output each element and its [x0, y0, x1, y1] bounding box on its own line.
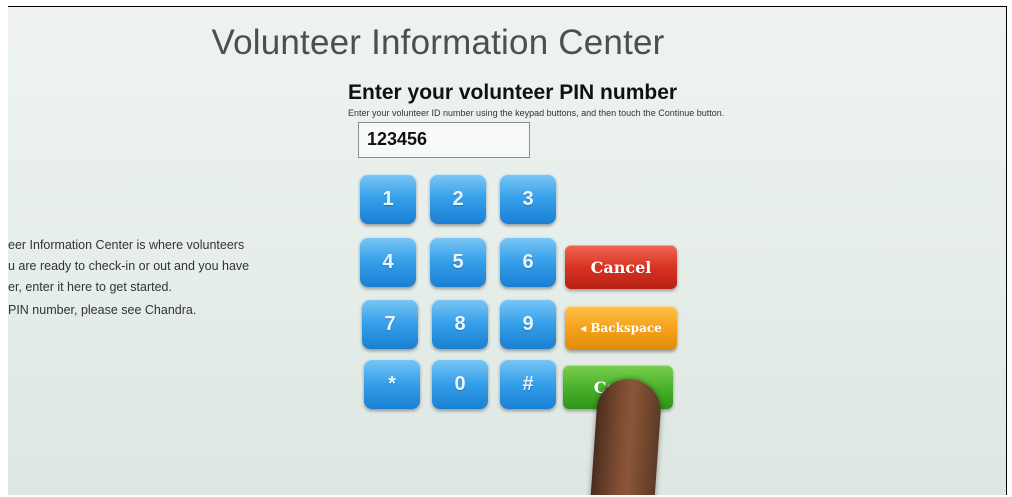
keypad-6-button[interactable]: 6 — [500, 237, 556, 287]
keypad-3-button[interactable]: 3 — [500, 174, 556, 224]
info-line: u are ready to check-in or out and you h… — [8, 259, 250, 273]
backspace-button[interactable]: ◂ Backspace — [565, 306, 677, 350]
keypad-0-button[interactable]: 0 — [432, 359, 488, 409]
keypad-4-button[interactable]: 4 — [360, 237, 416, 287]
info-line: er, enter it here to get started. — [8, 280, 172, 294]
pin-input[interactable]: 123456 — [358, 122, 530, 158]
keypad-8-button[interactable]: 8 — [432, 299, 488, 349]
info-text: eer Information Center is where voluntee… — [8, 235, 328, 321]
page-title: Volunteer Information Center — [211, 23, 665, 62]
info-line: eer Information Center is where voluntee… — [8, 238, 245, 252]
cancel-button[interactable]: Cancel — [565, 245, 677, 289]
keypad-5-button[interactable]: 5 — [430, 237, 486, 287]
keypad-hash-button[interactable]: # — [500, 359, 556, 409]
keypad-1-button[interactable]: 1 — [360, 174, 416, 224]
keypad-2-button[interactable]: 2 — [430, 174, 486, 224]
pointing-finger — [589, 376, 663, 495]
kiosk-screen: Volunteer Information Center Enter your … — [8, 6, 1007, 495]
pin-heading: Enter your volunteer PIN number — [348, 81, 678, 104]
keypad-star-button[interactable]: * — [364, 359, 420, 409]
pin-instructions: Enter your volunteer ID number using the… — [348, 108, 725, 118]
keypad-9-button[interactable]: 9 — [500, 299, 556, 349]
info-line: PIN number, please see Chandra. — [8, 303, 197, 317]
keypad-7-button[interactable]: 7 — [362, 299, 418, 349]
